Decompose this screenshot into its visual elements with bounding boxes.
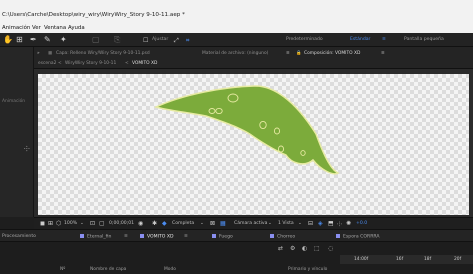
tab-close-eternal-fin-icon[interactable]: ≡ (124, 234, 128, 239)
workspace-small-screen[interactable]: Pantalla pequeña (404, 37, 444, 42)
comp-mini-flowchart-icon[interactable]: ⇄ (278, 245, 283, 252)
menu-item-ventana[interactable]: Ventana (44, 25, 66, 31)
ruler-label: 18f (424, 257, 432, 262)
snap-mode-icon[interactable]: ⌗ (186, 36, 189, 45)
frame-blending-icon[interactable]: ◌ (328, 245, 333, 252)
render-queue-tab[interactable]: Procesamiento (2, 234, 36, 239)
workspace-menu-icon[interactable]: ≡ (382, 37, 386, 42)
tab-close-vomito-icon[interactable]: ≡ (184, 234, 188, 239)
breadcrumb-separator-1: < (58, 61, 62, 66)
menu-item-ayuda[interactable]: Ayuda (68, 25, 85, 31)
snapshot-icon[interactable]: ◉ (138, 220, 143, 227)
slime-artwork[interactable] (34, 69, 473, 217)
menu-item-ver[interactable]: Ver (32, 25, 41, 31)
draft-3d-icon[interactable]: ⚙ (290, 245, 295, 252)
hand-tool-icon[interactable]: ✋ (3, 35, 13, 44)
viewer-controls: ◼ ⊞ ⬡ 100% ⌄ ⊡ ▢ 0;00;00;01 ◉ ✱ ◆ Comple… (34, 217, 473, 229)
slime-shape (153, 85, 340, 175)
puppet-tool-icon[interactable]: ✦ (60, 35, 67, 44)
snap-checkbox-icon[interactable]: ☐ (143, 36, 148, 45)
column-number: Nº (60, 267, 66, 272)
zoom-dropdown-icon[interactable]: ⌄ (80, 221, 84, 226)
grid-toggle-icon[interactable]: ⊞ (48, 220, 53, 227)
tab-eternal-fin[interactable]: Eternal_fin (80, 234, 111, 240)
views-dropdown-icon[interactable]: ⌄ (298, 221, 302, 226)
timeline-tabs: Procesamiento Eternal_fin ≡ VOMITO XD ≡ … (0, 229, 473, 242)
pen-tool-icon[interactable]: ✒ (30, 35, 37, 44)
current-timecode[interactable]: 0;00;00;01 (109, 221, 134, 226)
camera-select[interactable]: Cámara activa (234, 221, 267, 226)
fast-previews-icon[interactable]: ◈ (318, 220, 323, 227)
always-preview-icon[interactable]: ◼ (40, 220, 45, 227)
reset-exposure-icon[interactable]: ✺ (346, 220, 351, 227)
motion-blur-icon[interactable]: ◐ (302, 245, 307, 252)
graph-editor-icon[interactable]: ⬚ (314, 245, 320, 252)
comp-tab-menu-icon[interactable]: ≡ (381, 51, 385, 56)
shape-tool-icon[interactable]: ▢ (92, 35, 100, 44)
node-icon[interactable]: ⸭ (337, 220, 342, 228)
zoom-level[interactable]: 100% (64, 221, 77, 226)
comp-lock-icon[interactable]: 🔒 (296, 51, 301, 56)
footage-panel-tab[interactable]: Material de archivo: (ninguno) (202, 51, 268, 56)
snap-options-icon[interactable]: ⤢ (174, 36, 179, 45)
region-of-interest-icon[interactable]: ⊠ (210, 220, 215, 227)
breadcrumb-escena2[interactable]: escena2 (38, 61, 56, 66)
snap-label[interactable]: Ajustar (152, 37, 168, 42)
left-panel: Animación ⸭ (0, 47, 34, 217)
workspace-standard[interactable]: Estándar (350, 37, 370, 42)
composition-panel-header: » ■ Capa: Relleno Wiry/Wiry Story 9-10-1… (34, 47, 473, 69)
clone-tool-icon[interactable]: ⎘ (114, 35, 120, 44)
color-management-icon[interactable]: ◆ (162, 220, 167, 227)
breadcrumb-vomito[interactable]: VOMITO XD (132, 61, 157, 66)
tab-chorreo[interactable]: Chorreo (270, 234, 295, 240)
panel-expand-icon[interactable]: » (37, 51, 40, 56)
ruler-label: 14:00f (354, 257, 369, 262)
channel-icon[interactable]: ✱ (152, 220, 157, 227)
resolution-select[interactable]: Completa (172, 221, 194, 226)
menu-item-animacion[interactable]: Animación (2, 25, 30, 31)
fit-icon[interactable]: ⊡ (90, 220, 95, 227)
tab-espora[interactable]: Espora CORRRA (336, 234, 380, 240)
window-titlebar: C:\Users\Carche\Desktop\wiry_wiry\WiryWi… (0, 0, 473, 23)
ruler-label: 20f (454, 257, 462, 262)
mask-visibility-icon[interactable]: ⬡ (56, 220, 61, 227)
resolution-dropdown-icon[interactable]: ⌄ (200, 221, 204, 226)
tools-panel: ✋ ⊞ ✒ ✎ ✦ ▢ ⎘ ☐ Ajustar ⤢ ⌗ Predetermina… (0, 33, 473, 47)
flowchart-icon[interactable]: ⬒ (328, 220, 334, 227)
window-title: C:\Users\Carche\Desktop\wiry_wiry\WiryWi… (2, 12, 185, 18)
tab-fuego[interactable]: Fuego (212, 234, 233, 240)
panel-menu-icon[interactable]: ≡ (286, 51, 290, 56)
column-parent: Primario y vínculo (288, 267, 328, 272)
layer-panel-tab[interactable]: Capa: Relleno Wiry/Wiry Story 9-10-11.ps… (56, 51, 150, 56)
breadcrumb-story[interactable]: WiryWiry Story 9-10-11 (65, 61, 116, 66)
layer-panel-icon: ■ (48, 51, 53, 56)
toggle-pixel-aspect-icon[interactable]: ⊟ (308, 220, 313, 227)
brush-tool-icon[interactable]: ✎ (44, 35, 51, 44)
workspace-default[interactable]: Predeterminado (286, 37, 323, 42)
composition-panel-tab[interactable]: Composición: VOMITO XD (304, 51, 360, 56)
time-ruler[interactable]: 14:00f 16f 18f 20f (340, 255, 473, 264)
composition-viewer[interactable] (34, 69, 473, 217)
menu-bar: Animación Ver Ventana Ayuda (0, 23, 473, 33)
node-graph-icon[interactable]: ⸭ (24, 145, 30, 154)
ruler-label: 16f (396, 257, 404, 262)
exposure-value[interactable]: +0.0 (356, 221, 367, 226)
left-panel-label[interactable]: Animación (2, 99, 25, 104)
column-layer-name: Nombre de capa (90, 267, 127, 272)
camera-tool-icon[interactable]: ⊞ (16, 35, 23, 44)
breadcrumb-separator-2: < (125, 61, 129, 66)
column-mode: Modo (164, 267, 176, 272)
transparency-grid-toggle-icon[interactable]: ▦ (220, 220, 226, 227)
tab-vomito-xd[interactable]: VOMITO XD (140, 234, 174, 240)
camera-dropdown-icon[interactable]: ⌄ (268, 221, 272, 226)
region-icon[interactable]: ▢ (99, 220, 105, 227)
views-select[interactable]: 1 Vista (278, 221, 294, 226)
